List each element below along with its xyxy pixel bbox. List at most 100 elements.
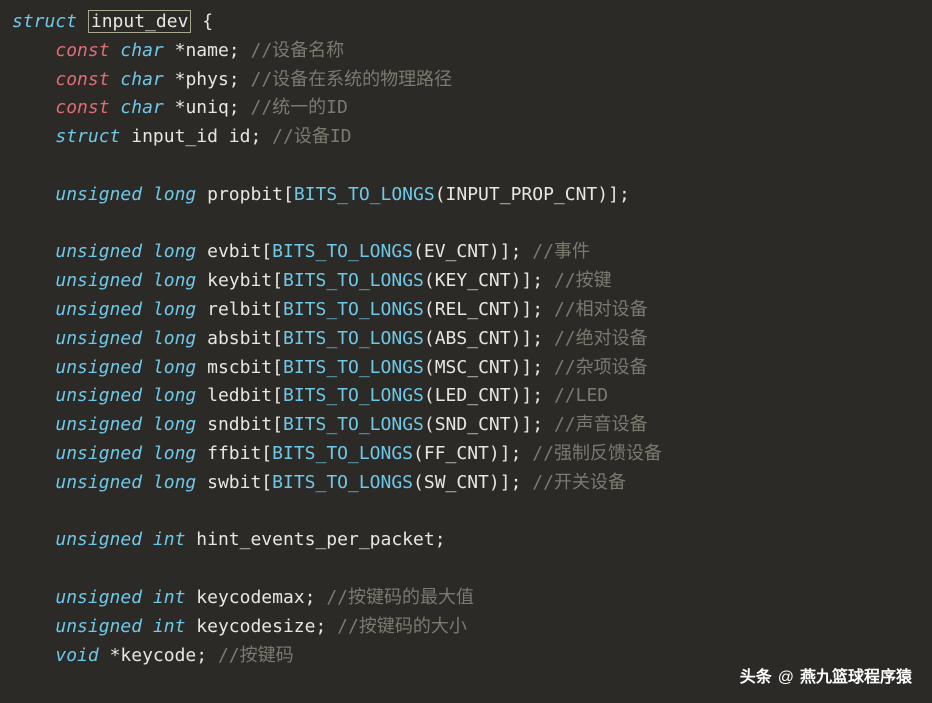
keyword-const: const [55, 69, 109, 90]
semicolon: ; [229, 69, 240, 90]
keyword-unsigned: unsigned [55, 357, 142, 378]
paren-open: ( [413, 472, 424, 493]
code-line: const char *phys; //设备在系统的物理路径 [12, 66, 920, 95]
bracket-close: ] [521, 270, 532, 291]
code-line: unsigned int keycodemax; //按键码的最大值 [12, 584, 920, 613]
keyword-char: char [120, 97, 163, 118]
field-name: name [185, 40, 228, 61]
bracket-close: ] [500, 443, 511, 464]
paren-open: ( [424, 357, 435, 378]
macro-arg: MSC_CNT [435, 357, 511, 378]
paren-close: ) [511, 414, 522, 435]
paren-close: ) [489, 443, 500, 464]
macro-arg: FF_CNT [424, 443, 489, 464]
keyword-struct: struct [12, 11, 77, 32]
macro-arg: REL_CNT [435, 299, 511, 320]
field-name: phys [185, 69, 228, 90]
brace-open: { [202, 11, 213, 32]
comment: //开关设备 [532, 472, 626, 493]
semicolon: ; [196, 645, 207, 666]
paren-close: ) [511, 270, 522, 291]
watermark-author: 燕九篮球程序猿 [800, 665, 912, 691]
bracket-close: ] [521, 357, 532, 378]
keyword-long: long [153, 385, 196, 406]
bracket-open: [ [272, 414, 283, 435]
keyword-struct: struct [55, 126, 120, 147]
pointer-star: * [110, 645, 121, 666]
code-line-blank [12, 152, 920, 181]
bracket-open: [ [272, 328, 283, 349]
code-line: const char *uniq; //统一的ID [12, 94, 920, 123]
bracket-close: ] [500, 472, 511, 493]
field-name: mscbit [207, 357, 272, 378]
bracket-close: ] [521, 299, 532, 320]
keyword-unsigned: unsigned [55, 299, 142, 320]
semicolon: ; [511, 241, 522, 262]
paren-open: ( [424, 385, 435, 406]
code-line: unsigned long swbit[BITS_TO_LONGS(SW_CNT… [12, 469, 920, 498]
field-name: ffbit [207, 443, 261, 464]
semicolon: ; [250, 126, 261, 147]
code-line: unsigned long absbit[BITS_TO_LONGS(ABS_C… [12, 325, 920, 354]
keyword-const: const [55, 97, 109, 118]
comment: //设备名称 [250, 40, 344, 61]
keyword-long: long [153, 184, 196, 205]
keyword-unsigned: unsigned [55, 616, 142, 637]
code-line: unsigned long mscbit[BITS_TO_LONGS(MSC_C… [12, 354, 920, 383]
keyword-unsigned: unsigned [55, 587, 142, 608]
keyword-void: void [55, 645, 98, 666]
code-line: unsigned long relbit[BITS_TO_LONGS(REL_C… [12, 296, 920, 325]
bracket-open: [ [272, 270, 283, 291]
code-line: struct input_dev { [12, 8, 920, 37]
field-name: swbit [207, 472, 261, 493]
paren-open: ( [413, 241, 424, 262]
bracket-close: ] [500, 241, 511, 262]
keyword-unsigned: unsigned [55, 270, 142, 291]
comment: //杂项设备 [554, 357, 648, 378]
code-line: const char *name; //设备名称 [12, 37, 920, 66]
code-line: unsigned int hint_events_per_packet; [12, 526, 920, 555]
keyword-unsigned: unsigned [55, 472, 142, 493]
semicolon: ; [532, 414, 543, 435]
semicolon: ; [532, 270, 543, 291]
macro-name: BITS_TO_LONGS [272, 241, 413, 262]
macro-arg: SW_CNT [424, 472, 489, 493]
comment: //声音设备 [554, 414, 648, 435]
pointer-star: * [175, 97, 186, 118]
field-name: propbit [207, 184, 283, 205]
bracket-open: [ [283, 184, 294, 205]
field-name: hint_events_per_packet [196, 529, 434, 550]
bracket-close: ] [521, 328, 532, 349]
field-name: absbit [207, 328, 272, 349]
keyword-unsigned: unsigned [55, 328, 142, 349]
macro-arg: KEY_CNT [435, 270, 511, 291]
macro-name: BITS_TO_LONGS [283, 357, 424, 378]
bracket-open: [ [261, 472, 272, 493]
keyword-unsigned: unsigned [55, 443, 142, 464]
keyword-char: char [120, 69, 163, 90]
comment: //绝对设备 [554, 328, 648, 349]
keyword-unsigned: unsigned [55, 385, 142, 406]
code-line: struct input_id id; //设备ID [12, 123, 920, 152]
macro-name: BITS_TO_LONGS [272, 472, 413, 493]
watermark: 头条 @燕九篮球程序猿 [740, 665, 912, 691]
macro-name: BITS_TO_LONGS [283, 414, 424, 435]
keyword-long: long [153, 241, 196, 262]
pointer-star: * [175, 69, 186, 90]
code-line: unsigned int keycodesize; //按键码的大小 [12, 613, 920, 642]
code-line: unsigned long ffbit[BITS_TO_LONGS(FF_CNT… [12, 440, 920, 469]
field-name: keybit [207, 270, 272, 291]
keyword-unsigned: unsigned [55, 529, 142, 550]
comment: //相对设备 [554, 299, 648, 320]
field-name: keycode [120, 645, 196, 666]
paren-open: ( [424, 299, 435, 320]
semicolon: ; [511, 443, 522, 464]
semicolon: ; [305, 587, 316, 608]
pointer-star: * [175, 40, 186, 61]
watermark-label: 头条 [740, 665, 772, 691]
paren-open: ( [424, 414, 435, 435]
code-line: unsigned long propbit[BITS_TO_LONGS(INPU… [12, 181, 920, 210]
bracket-close: ] [521, 385, 532, 406]
macro-arg: LED_CNT [435, 385, 511, 406]
code-line-blank [12, 555, 920, 584]
